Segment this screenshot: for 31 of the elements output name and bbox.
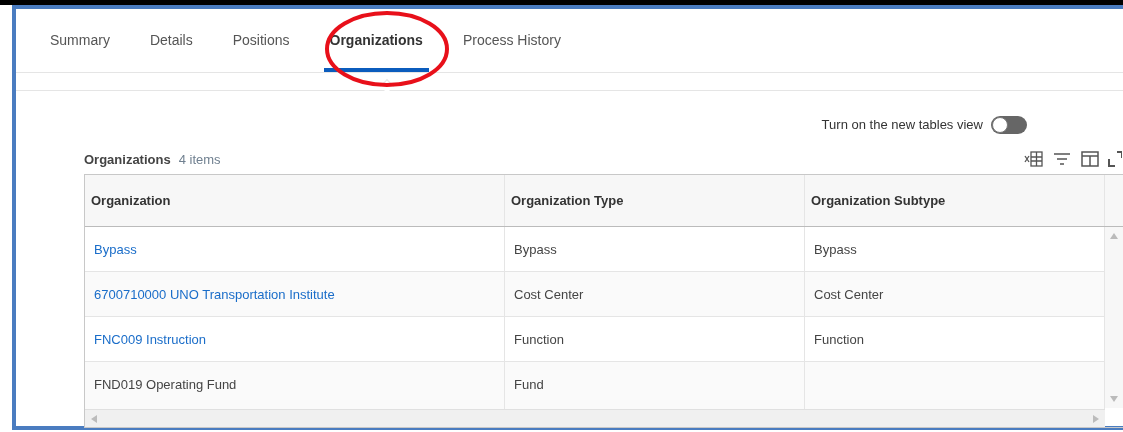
horizontal-scrollbar[interactable] (85, 409, 1105, 427)
table-cell: Bypass (514, 242, 557, 257)
organization-link[interactable]: Bypass (94, 242, 137, 257)
table-cell: Fund (514, 377, 544, 392)
organization-link[interactable]: 6700710000 UNO Transportation Institute (94, 287, 335, 302)
vertical-scrollbar[interactable] (1105, 227, 1123, 408)
toggle-label: Turn on the new tables view (821, 116, 983, 135)
tab[interactable]: Details (143, 9, 199, 72)
item-count: 4 items (178, 150, 221, 169)
table-cell: Function (814, 332, 864, 347)
toggle-switch[interactable] (991, 116, 1027, 134)
column-header[interactable]: Organization (85, 175, 505, 226)
table-cell: Bypass (814, 242, 857, 257)
expand-icon[interactable] (1108, 149, 1122, 169)
column-header[interactable]: Organization Subtype (805, 175, 1105, 226)
scroll-left-icon[interactable] (91, 414, 97, 423)
scroll-right-icon[interactable] (1093, 414, 1099, 423)
table-title: Organizations (84, 150, 171, 169)
scroll-down-icon[interactable] (1110, 396, 1118, 402)
table-cell: Cost Center (814, 287, 884, 302)
column-header[interactable]: Organization Type (505, 175, 805, 226)
tab[interactable]: Summary (44, 9, 116, 72)
table-cell: FND019 Operating Fund (94, 377, 237, 392)
scroll-up-icon[interactable] (1110, 233, 1118, 239)
table-cell: Function (514, 332, 564, 347)
organization-link[interactable]: FNC009 Instruction (94, 332, 206, 347)
excel-export-icon[interactable] (1024, 149, 1044, 169)
table-cell: Cost Center (514, 287, 584, 302)
tab[interactable]: Positions (226, 9, 296, 72)
columns-icon[interactable] (1080, 149, 1100, 169)
tab[interactable]: Process History (456, 9, 567, 72)
